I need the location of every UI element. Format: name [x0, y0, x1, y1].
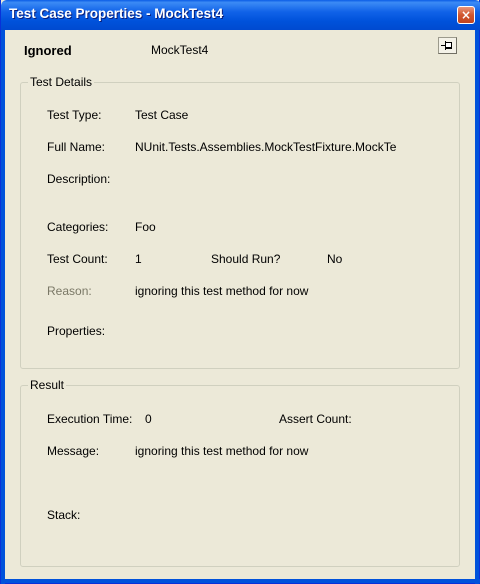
title-bar[interactable]: Test Case Properties - MockTest4 × [1, 0, 480, 30]
test-name: MockTest4 [151, 43, 209, 57]
test-type-value: Test Case [135, 108, 189, 122]
properties-dialog: Test Case Properties - MockTest4 × Ignor… [0, 0, 480, 584]
window-frame-bottom [1, 579, 480, 583]
pin-icon [441, 41, 452, 50]
full-name-value: NUnit.Tests.Assemblies.MockTestFixture.M… [135, 140, 397, 154]
reason-label: Reason: [47, 284, 92, 298]
window-frame-left [1, 30, 5, 584]
categories-value: Foo [135, 220, 156, 234]
message-label: Message: [47, 444, 100, 458]
test-count-value: 1 [135, 252, 142, 266]
message-value: ignoring this test method for now [135, 444, 309, 458]
execution-time-value: 0 [145, 412, 152, 426]
assert-count-label: Assert Count: [279, 412, 352, 426]
test-type-label: Test Type: [47, 108, 102, 122]
window-title: Test Case Properties - MockTest4 [9, 6, 224, 21]
should-run-value: No [327, 252, 343, 266]
categories-label: Categories: [47, 220, 109, 234]
full-name-label: Full Name: [47, 140, 106, 154]
result-group-label: Result [28, 378, 67, 392]
stack-label: Stack: [47, 508, 81, 522]
execution-time-label: Execution Time: [47, 412, 133, 426]
test-details-group-label: Test Details [28, 75, 95, 89]
window-frame-right [475, 30, 479, 584]
should-run-label: Should Run? [211, 252, 281, 266]
description-label: Description: [47, 172, 111, 186]
test-count-label: Test Count: [47, 252, 108, 266]
properties-label: Properties: [47, 324, 106, 338]
close-button[interactable]: × [457, 6, 475, 24]
close-icon: × [460, 8, 472, 22]
test-status: Ignored [24, 43, 72, 58]
pin-button[interactable] [438, 37, 457, 54]
reason-value: ignoring this test method for now [135, 284, 309, 298]
